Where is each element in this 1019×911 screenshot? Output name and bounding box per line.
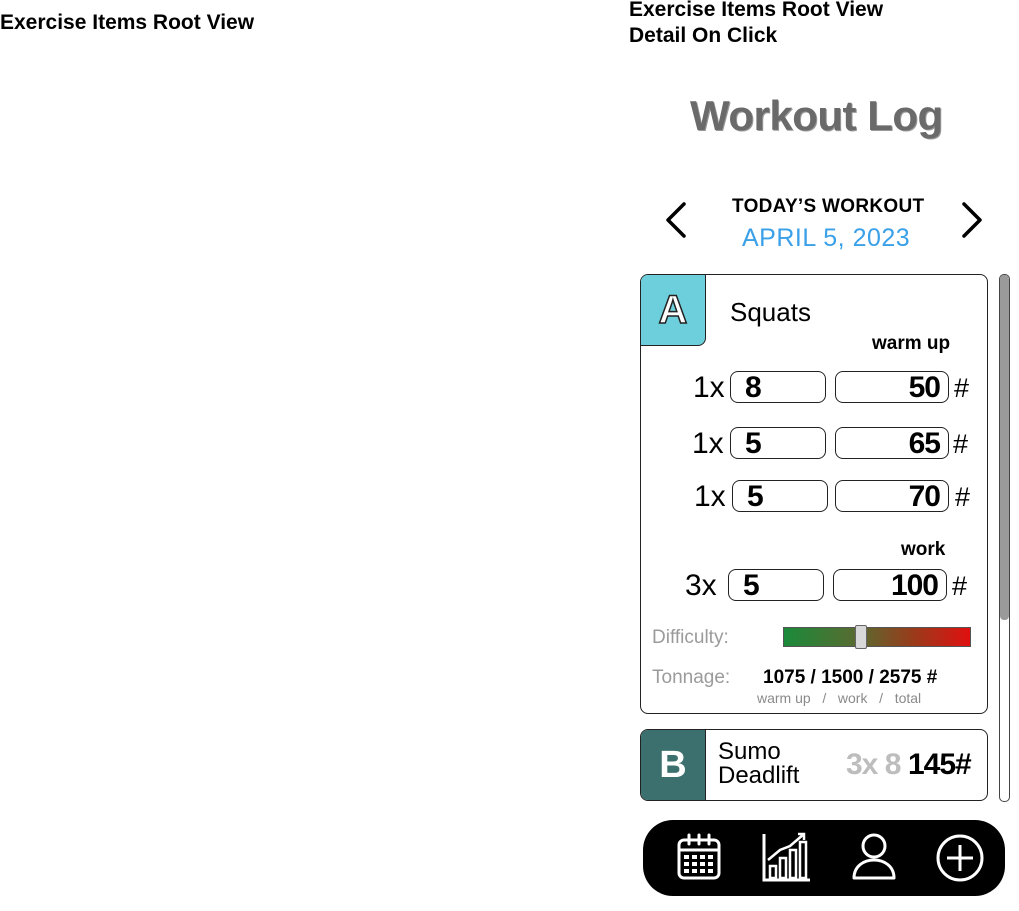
exercise-card-a[interactable]: A Squats warm up 1x 8 50 # 1x 5 65 # 1x … <box>640 274 988 714</box>
weight-input[interactable]: 50 <box>835 371 949 404</box>
exercise-badge-a: A <box>641 275 706 346</box>
tonnage-label: Tonnage: <box>652 667 731 688</box>
weight-summary: 145# <box>908 748 972 781</box>
reps-input[interactable]: 5 <box>728 569 824 602</box>
exercise-name: Squats <box>730 297 811 327</box>
weight-unit: # <box>953 429 969 459</box>
calendar-icon[interactable] <box>671 830 727 886</box>
reps-input[interactable]: 8 <box>730 371 826 404</box>
exercise-name-line1: Sumo <box>718 738 781 765</box>
exercise-card-b[interactable]: B Sumo Deadlift 3x 8 145# <box>640 729 988 801</box>
set-multiplier: 3x <box>685 569 717 602</box>
bottom-nav-bar <box>643 820 1005 896</box>
sets-reps-summary: 3x 8 <box>846 748 901 781</box>
tonnage-values: 1075 / 1500 / 2575 # <box>763 667 938 688</box>
today-workout-label: TODAY’S WORKOUT <box>732 196 925 217</box>
chart-icon[interactable] <box>758 830 814 886</box>
right-frame-title-line2: Detail On Click <box>629 24 778 47</box>
add-icon[interactable] <box>932 830 988 886</box>
weight-input[interactable]: 100 <box>833 569 947 602</box>
weight-input[interactable]: 70 <box>835 480 949 513</box>
chevron-right-icon[interactable] <box>958 200 986 246</box>
scrollbar[interactable] <box>999 274 1010 802</box>
set-multiplier: 1x <box>692 427 724 460</box>
scrollbar-thumb[interactable] <box>1000 275 1009 620</box>
exercise-name: Sumo Deadlift <box>718 740 828 788</box>
reps-input[interactable]: 5 <box>730 427 826 460</box>
difficulty-slider-thumb[interactable] <box>855 625 867 649</box>
reps-input[interactable]: 5 <box>732 480 828 513</box>
chevron-left-icon[interactable] <box>662 200 690 246</box>
difficulty-label: Difficulty: <box>652 627 729 648</box>
tonnage-legend: warm up / work / total <box>757 690 922 706</box>
profile-icon[interactable] <box>846 830 902 886</box>
set-multiplier: 1x <box>693 371 725 404</box>
set-multiplier: 1x <box>694 480 726 513</box>
weight-unit: # <box>955 482 971 512</box>
exercise-name-line2: Deadlift <box>718 762 800 789</box>
warmup-label: warm up <box>872 333 951 354</box>
weight-unit: # <box>952 571 968 601</box>
workout-date[interactable]: APRIL 5, 2023 <box>742 224 910 253</box>
work-label: work <box>901 539 946 560</box>
difficulty-slider[interactable] <box>783 625 971 649</box>
weight-unit: # <box>954 373 970 403</box>
right-frame-title-line1: Exercise Items Root View <box>629 0 884 21</box>
exercise-badge-b: B <box>641 730 706 800</box>
left-frame-title: Exercise Items Root View <box>0 11 255 34</box>
weight-input[interactable]: 65 <box>835 427 949 460</box>
app-title: Workout Log <box>690 92 943 139</box>
